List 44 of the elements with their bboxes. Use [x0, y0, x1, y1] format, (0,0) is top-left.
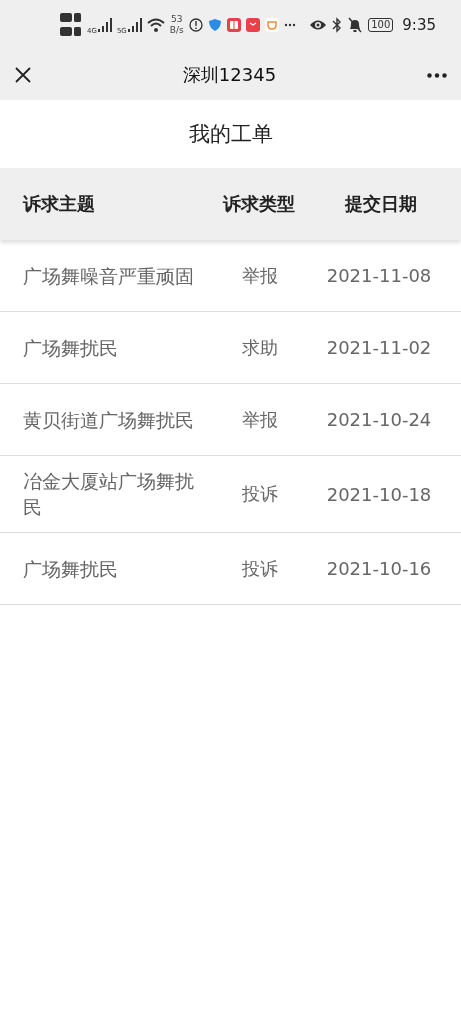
type-cell-text: 投诉 [241, 482, 279, 506]
type-cell-text: 举报 [241, 407, 279, 432]
date-cell-text: 2021-10-16 [325, 558, 433, 579]
battery-indicator: 100 [368, 18, 394, 32]
type-cell-text: 投诉 [241, 556, 279, 581]
signal-icon [127, 18, 142, 32]
column-header: 诉求类型 [221, 192, 296, 216]
more-icon [427, 72, 447, 78]
more-icon [283, 23, 296, 27]
subject-cell-text: 黄贝街道广场舞扰民 [23, 407, 195, 433]
column-header: 诉求主题 [23, 192, 96, 216]
subject-cell-text: 广场舞扰民 [23, 335, 119, 361]
column-header: 提交日期 [344, 192, 418, 216]
subject-cell-text: 冶金大厦站广场舞扰民 [23, 469, 195, 520]
close-icon [14, 66, 32, 84]
shield-icon [207, 18, 222, 32]
wifi-icon [146, 18, 165, 32]
sim-badges-icon [60, 11, 82, 39]
signal-icon [97, 18, 112, 32]
ticket-row[interactable]: 广场舞噪音严重顽固 举报 2021-11-08 [0, 240, 461, 312]
ticket-row[interactable]: 黄贝街道广场舞扰民 举报 2021-10-24 [0, 384, 461, 456]
ticket-row[interactable]: 广场舞扰民 投诉 2021-10-16 [0, 533, 461, 605]
date-cell-text: 2021-11-08 [325, 265, 433, 286]
cup-app-icon [264, 18, 279, 32]
ticket-row[interactable]: 冶金大厦站广场舞扰民 投诉 2021-10-18 [0, 456, 461, 533]
bluetooth-icon [332, 17, 343, 33]
book-app-icon [226, 18, 241, 32]
ticket-row[interactable]: 广场舞扰民 求助 2021-11-02 [0, 312, 461, 384]
date-cell-text: 2021-10-18 [325, 483, 433, 505]
page-title: 我的工单 [188, 121, 273, 148]
type-cell-text: 举报 [241, 263, 279, 288]
subject-cell-text: 广场舞扰民 [23, 556, 119, 582]
eye-icon [309, 19, 328, 31]
nav-title: 深圳12345 [182, 63, 277, 87]
network-speed: 53 [171, 14, 183, 25]
bell-muted-icon [347, 17, 364, 33]
date-cell-text: 2021-10-24 [325, 409, 433, 430]
date-cell-text: 2021-11-02 [325, 337, 433, 358]
network-unit: B/s [169, 25, 184, 36]
alert-icon [188, 18, 203, 32]
clock: 9:35 [402, 16, 436, 34]
subject-cell-text: 广场舞噪音严重顽固 [23, 263, 195, 289]
shop-app-icon [245, 18, 260, 32]
type-cell-text: 求助 [241, 335, 279, 360]
